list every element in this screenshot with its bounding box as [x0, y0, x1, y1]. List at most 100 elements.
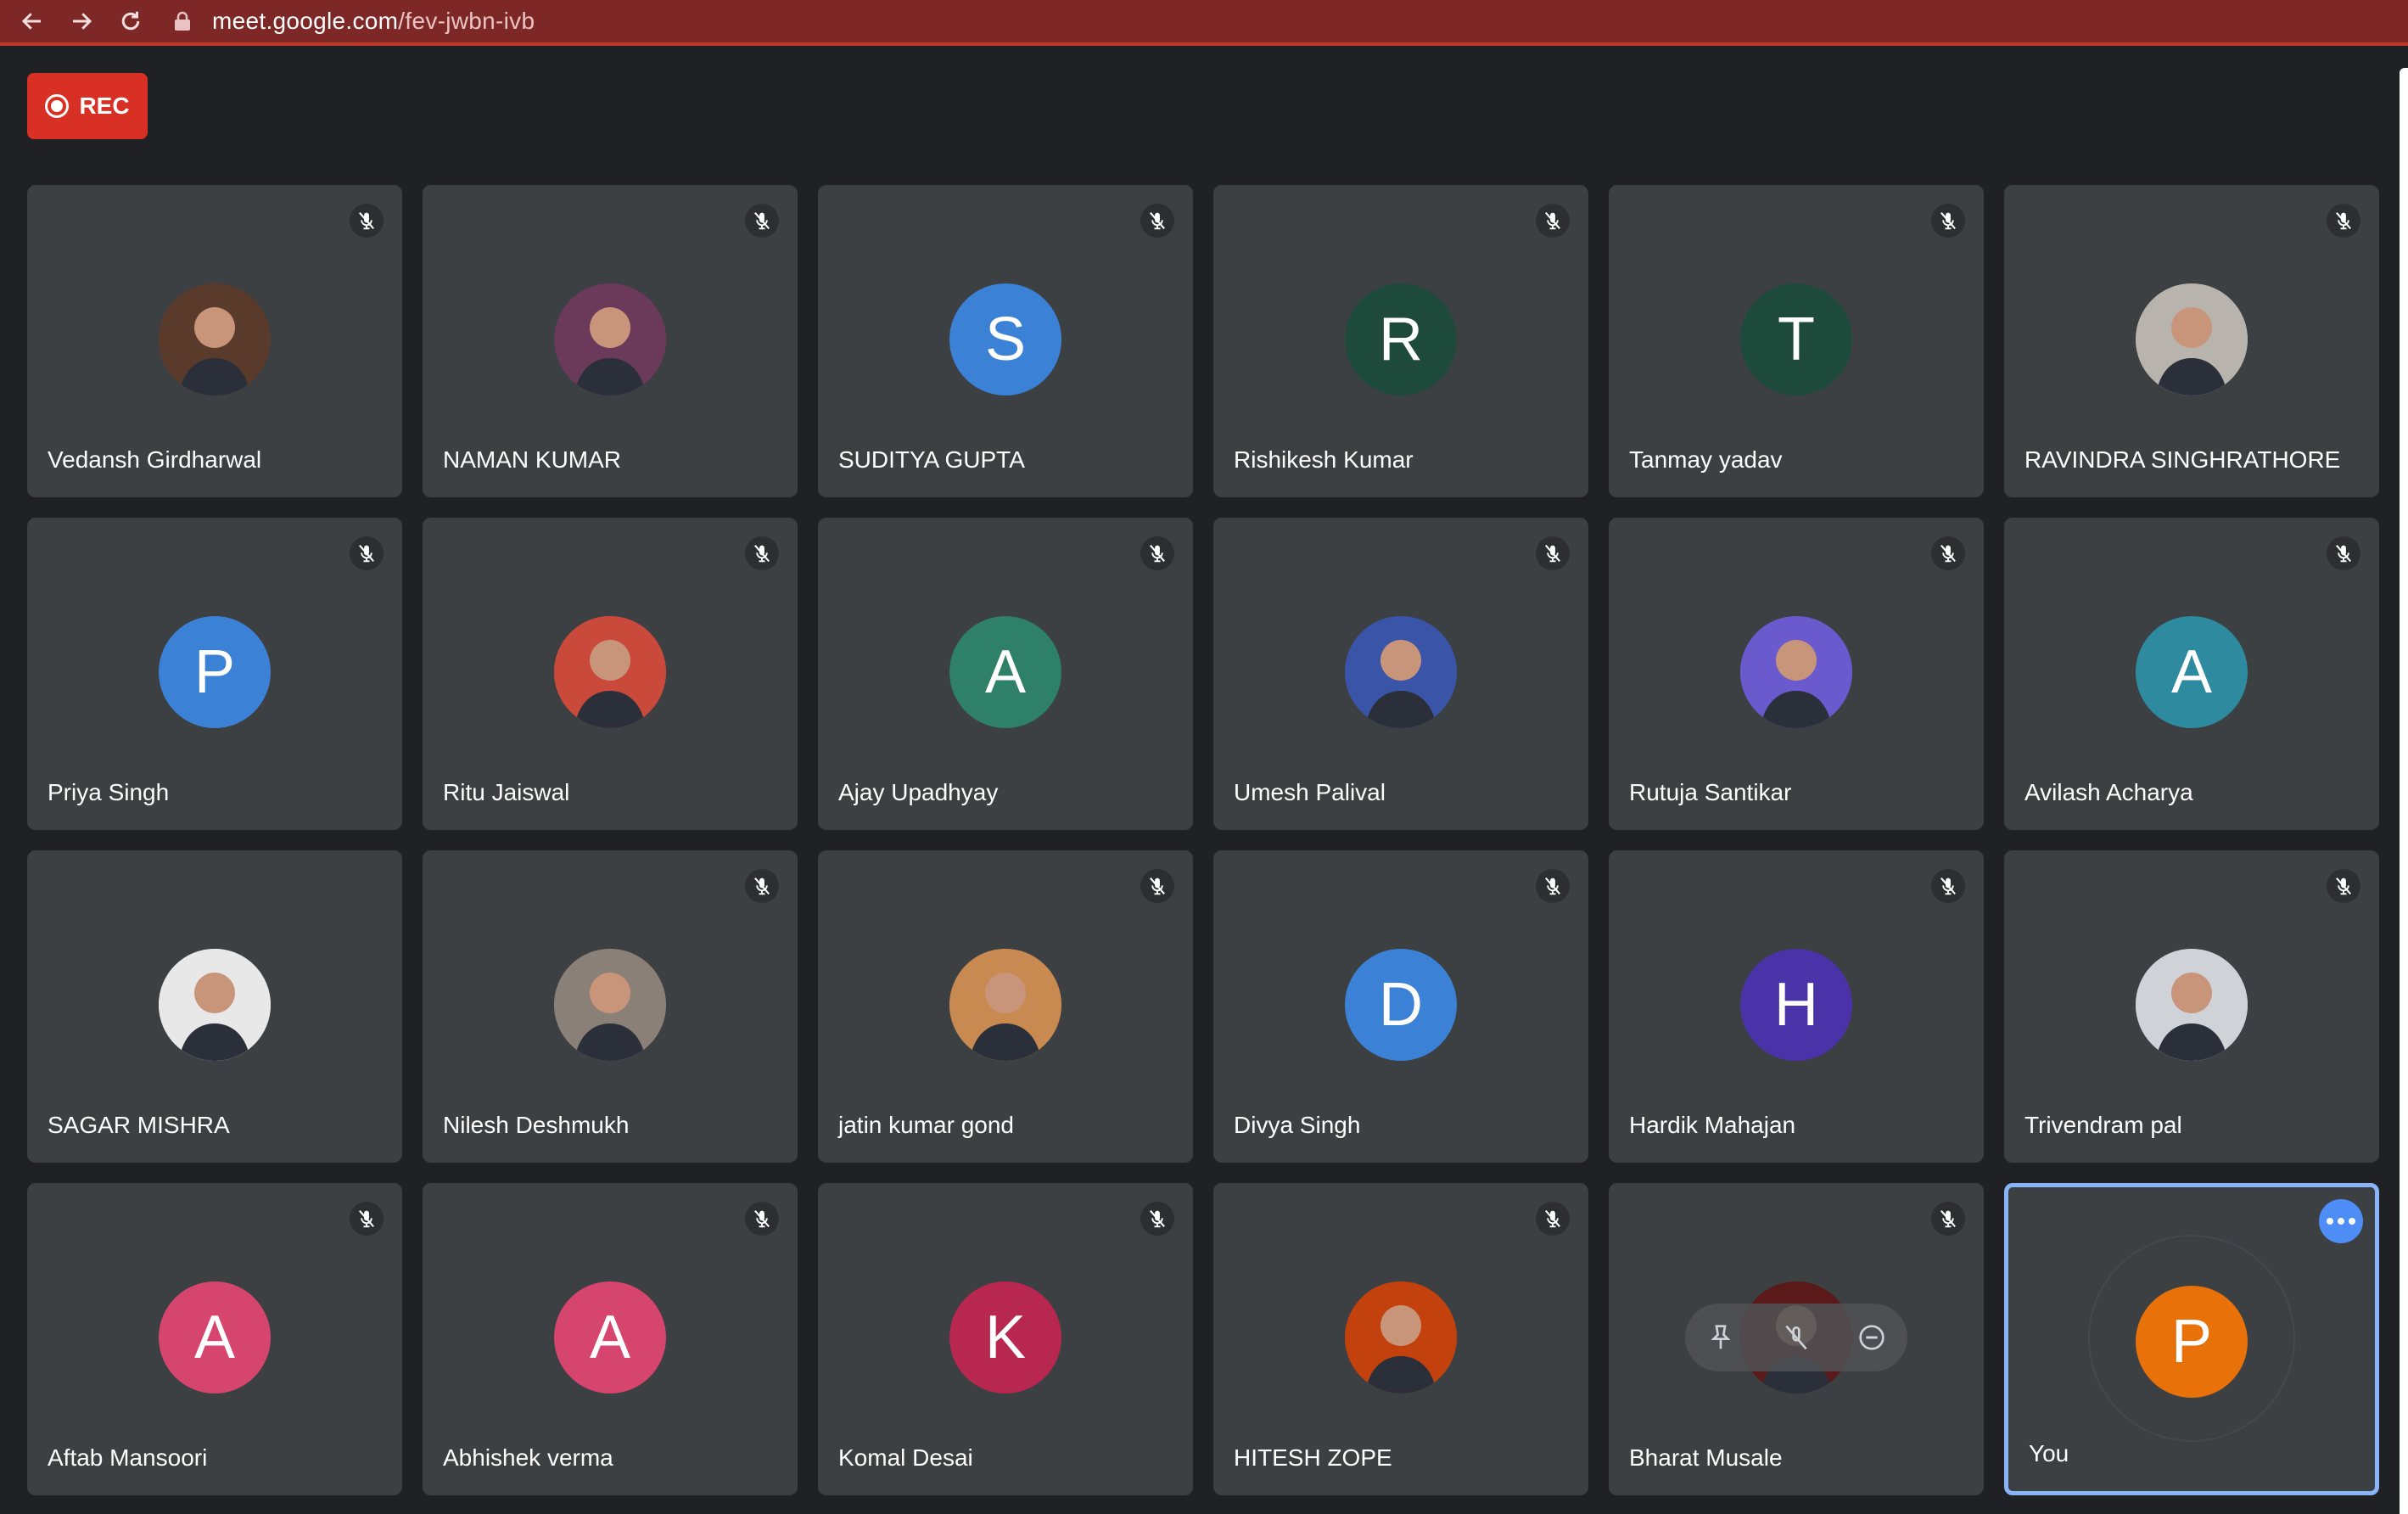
participant-tile[interactable]: A Ajay Upadhyay [818, 518, 1193, 830]
avatar-letter: P [2170, 1308, 2213, 1376]
participant-name: SUDITYA GUPTA [838, 446, 1025, 473]
participant-name: SAGAR MISHRA [48, 1112, 230, 1138]
participant-name: Tanmay yadav [1629, 446, 1783, 473]
participant-tile[interactable]: Bharat Musale [1609, 1183, 1984, 1495]
avatar: A [159, 1281, 271, 1393]
avatar: R [1345, 283, 1457, 395]
participant-name: Ritu Jaiswal [443, 779, 570, 805]
avatar [159, 949, 271, 1061]
mic-off-icon [1931, 869, 1965, 903]
back-arrow-icon[interactable] [15, 4, 49, 38]
avatar [159, 283, 271, 395]
mic-off-icon [1536, 536, 1570, 570]
participant-name: Rishikesh Kumar [1234, 446, 1414, 473]
address-bar[interactable]: meet.google.com/fev-jwbn-ivb [173, 4, 535, 38]
participant-name: Divya Singh [1234, 1112, 1361, 1138]
mic-off-icon [1536, 1202, 1570, 1236]
pin-icon[interactable] [1704, 1321, 1738, 1354]
avatar-letter: H [1774, 971, 1818, 1039]
mic-off-icon [2327, 869, 2360, 903]
participant-tile[interactable]: D Divya Singh [1213, 850, 1588, 1163]
participant-name: Avilash Acharya [2024, 779, 2193, 805]
participant-name: RAVINDRA SINGHRATHORE [2024, 446, 2341, 473]
forward-arrow-icon[interactable] [64, 4, 98, 38]
recording-button[interactable]: REC [27, 73, 148, 139]
participant-tile[interactable]: Nilesh Deshmukh [423, 850, 798, 1163]
avatar: H [1740, 949, 1852, 1061]
url-host: meet.google.com [212, 8, 399, 34]
avatar [2136, 283, 2248, 395]
avatar [554, 949, 666, 1061]
participant-name: Aftab Mansoori [48, 1444, 208, 1471]
self-tile[interactable]: P You [2004, 1183, 2379, 1495]
participant-tile[interactable]: Trivendram pal [2004, 850, 2379, 1163]
participant-name: Rutuja Santikar [1629, 779, 1792, 805]
participant-tile[interactable]: P Priya Singh [27, 518, 402, 830]
avatar: S [949, 283, 1061, 395]
avatar: A [949, 616, 1061, 728]
mic-off-icon [745, 869, 779, 903]
avatar: A [554, 1281, 666, 1393]
avatar: T [1740, 283, 1852, 395]
participant-tile[interactable]: R Rishikesh Kumar [1213, 185, 1588, 497]
mic-off-icon [745, 536, 779, 570]
participant-tile[interactable]: Rutuja Santikar [1609, 518, 1984, 830]
browser-toolbar: meet.google.com/fev-jwbn-ivb [0, 0, 2408, 46]
participant-name: Trivendram pal [2024, 1112, 2182, 1138]
avatar-letter: K [984, 1304, 1027, 1371]
participant-tile[interactable]: T Tanmay yadav [1609, 185, 1984, 497]
participant-name: Komal Desai [838, 1444, 973, 1471]
lock-icon [175, 11, 190, 31]
participant-tile[interactable]: RAVINDRA SINGHRATHORE [2004, 185, 2379, 497]
mute-participant-icon[interactable] [1779, 1321, 1813, 1354]
participant-tile[interactable]: S SUDITYA GUPTA [818, 185, 1193, 497]
mic-off-icon [1931, 536, 1965, 570]
recording-label: REC [79, 93, 130, 119]
participant-tile[interactable]: H Hardik Mahajan [1609, 850, 1984, 1163]
participant-tile[interactable]: K Komal Desai [818, 1183, 1193, 1495]
participant-tile[interactable]: SAGAR MISHRA [27, 850, 402, 1163]
mic-off-icon [745, 204, 779, 238]
mic-off-icon [350, 536, 384, 570]
reload-icon[interactable] [114, 4, 148, 38]
mic-off-icon [1140, 204, 1174, 238]
url-path: /fev-jwbn-ivb [398, 8, 535, 34]
mic-off-icon [1931, 204, 1965, 238]
participant-name: You [2029, 1440, 2069, 1466]
avatar [554, 283, 666, 395]
remove-icon[interactable] [1855, 1321, 1889, 1354]
avatar [949, 949, 1061, 1061]
participant-name: jatin kumar gond [838, 1112, 1015, 1138]
avatar: K [949, 1281, 1061, 1393]
participant-name: HITESH ZOPE [1234, 1444, 1392, 1471]
more-options-icon[interactable] [2319, 1199, 2363, 1243]
mic-off-icon [1536, 204, 1570, 238]
participant-tile[interactable]: NAMAN KUMAR [423, 185, 798, 497]
participant-tile[interactable]: jatin kumar gond [818, 850, 1193, 1163]
mic-off-icon [1140, 1202, 1174, 1236]
participant-tile[interactable]: A Abhishek verma [423, 1183, 798, 1495]
participant-tile[interactable]: Umesh Palival [1213, 518, 1588, 830]
participant-tile[interactable]: A Avilash Acharya [2004, 518, 2379, 830]
mic-off-icon [1140, 869, 1174, 903]
mic-off-icon [2327, 536, 2360, 570]
participant-name: Abhishek verma [443, 1444, 613, 1471]
avatar [2136, 949, 2248, 1061]
participant-tile[interactable]: Ritu Jaiswal [423, 518, 798, 830]
scrollbar[interactable] [2400, 68, 2408, 1514]
participant-tile[interactable]: A Aftab Mansoori [27, 1183, 402, 1495]
participant-name: Vedansh Girdharwal [48, 446, 262, 473]
mic-off-icon [1140, 536, 1174, 570]
avatar-letter: A [2170, 638, 2213, 706]
participant-tile[interactable]: Vedansh Girdharwal [27, 185, 402, 497]
participant-name: Hardik Mahajan [1629, 1112, 1796, 1138]
avatar-letter: P [193, 638, 236, 706]
participant-name: Priya Singh [48, 779, 170, 805]
participant-name: Ajay Upadhyay [838, 779, 999, 805]
mic-off-icon [350, 1202, 384, 1236]
participant-tile[interactable]: HITESH ZOPE [1213, 1183, 1588, 1495]
avatar-letter: T [1778, 306, 1815, 373]
participant-name: Bharat Musale [1629, 1444, 1783, 1471]
avatar-letter: D [1379, 971, 1423, 1039]
mic-off-icon [1931, 1202, 1965, 1236]
